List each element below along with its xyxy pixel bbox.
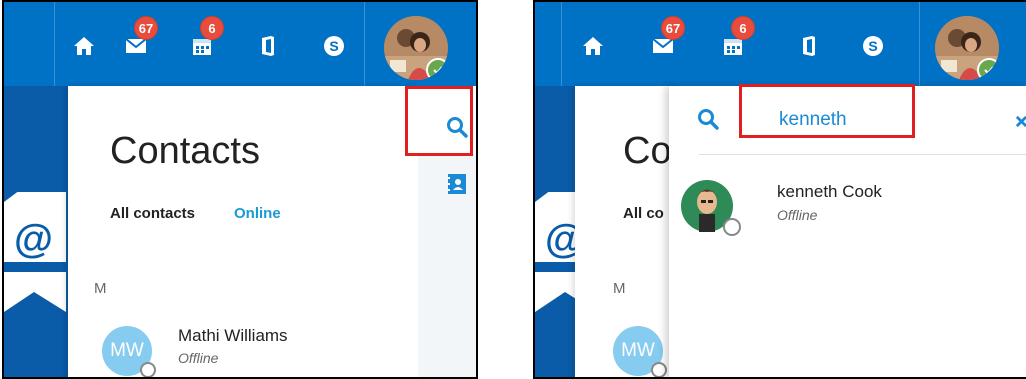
skype-button[interactable]: S <box>855 30 891 62</box>
search-panel: kenneth Cook Offline <box>669 84 1026 377</box>
mail-unread-badge: 67 <box>661 16 685 40</box>
home-button[interactable] <box>575 30 611 62</box>
calendar-badge: 6 <box>731 16 755 40</box>
section-letter: M <box>94 280 107 297</box>
user-avatar[interactable] <box>384 16 448 80</box>
tab-all-contacts[interactable]: All co <box>623 205 664 222</box>
svg-text:@: @ <box>14 217 53 261</box>
page-title: Co <box>623 130 672 172</box>
divider <box>561 2 562 86</box>
divider <box>919 2 920 86</box>
calendar-button[interactable]: 6 <box>715 16 755 62</box>
envelope-at-icon: @ <box>4 192 66 312</box>
contacts-pane: Contacts All contacts Online M MW Mathi … <box>68 86 418 377</box>
contacts-screen-right: 67 6 S @ Co All co M MW kenneth kenneth … <box>533 0 1026 379</box>
office-button[interactable] <box>791 30 827 62</box>
office-icon <box>262 36 274 56</box>
calendar-button[interactable]: 6 <box>184 16 224 62</box>
contacts-pane-behind: Co All co M MW <box>575 86 675 377</box>
contact-name: kenneth Cook <box>777 182 882 201</box>
mail-icon <box>125 38 147 53</box>
search-icon <box>698 109 719 130</box>
offline-status-icon <box>140 362 156 377</box>
contact-name: Mathi Williams <box>178 326 288 345</box>
contact-status: Offline <box>777 207 818 223</box>
home-icon <box>583 37 603 55</box>
contacts-screen-left: 67 6 S @ Contacts All contacts Online M … <box>2 0 478 379</box>
contact-status: Offline <box>178 350 219 366</box>
tab-online[interactable]: Online <box>234 205 281 222</box>
close-icon[interactable] <box>1015 115 1026 128</box>
offline-status-icon <box>651 362 667 377</box>
home-button[interactable] <box>66 30 102 62</box>
top-navigation-bar: 67 6 S <box>535 2 1026 86</box>
search-highlight <box>739 84 915 138</box>
office-button[interactable] <box>250 30 286 62</box>
top-navigation-bar: 67 6 S <box>4 2 476 86</box>
svg-text:S: S <box>329 38 338 54</box>
calendar-badge: 6 <box>200 16 224 40</box>
skype-button[interactable]: S <box>316 30 352 62</box>
divider <box>54 2 55 86</box>
address-book-icon[interactable] <box>448 174 466 194</box>
home-icon <box>74 37 94 55</box>
search-highlight <box>405 86 473 156</box>
office-icon <box>803 36 815 56</box>
section-letter: M <box>613 280 626 297</box>
page-title: Contacts <box>110 130 260 172</box>
offline-status-icon <box>723 218 741 236</box>
mail-unread-badge: 67 <box>134 16 158 40</box>
mail-button[interactable]: 67 <box>645 16 685 62</box>
skype-icon: S <box>324 36 344 56</box>
divider <box>364 2 365 86</box>
available-status-icon <box>977 58 999 80</box>
skype-icon: S <box>863 36 883 56</box>
tab-all-contacts[interactable]: All contacts <box>110 205 195 222</box>
mail-icon <box>652 38 674 53</box>
mail-button[interactable]: 67 <box>118 16 158 62</box>
available-status-icon <box>426 58 448 80</box>
user-avatar[interactable] <box>935 16 999 80</box>
divider <box>699 154 1026 155</box>
svg-text:S: S <box>868 38 877 54</box>
